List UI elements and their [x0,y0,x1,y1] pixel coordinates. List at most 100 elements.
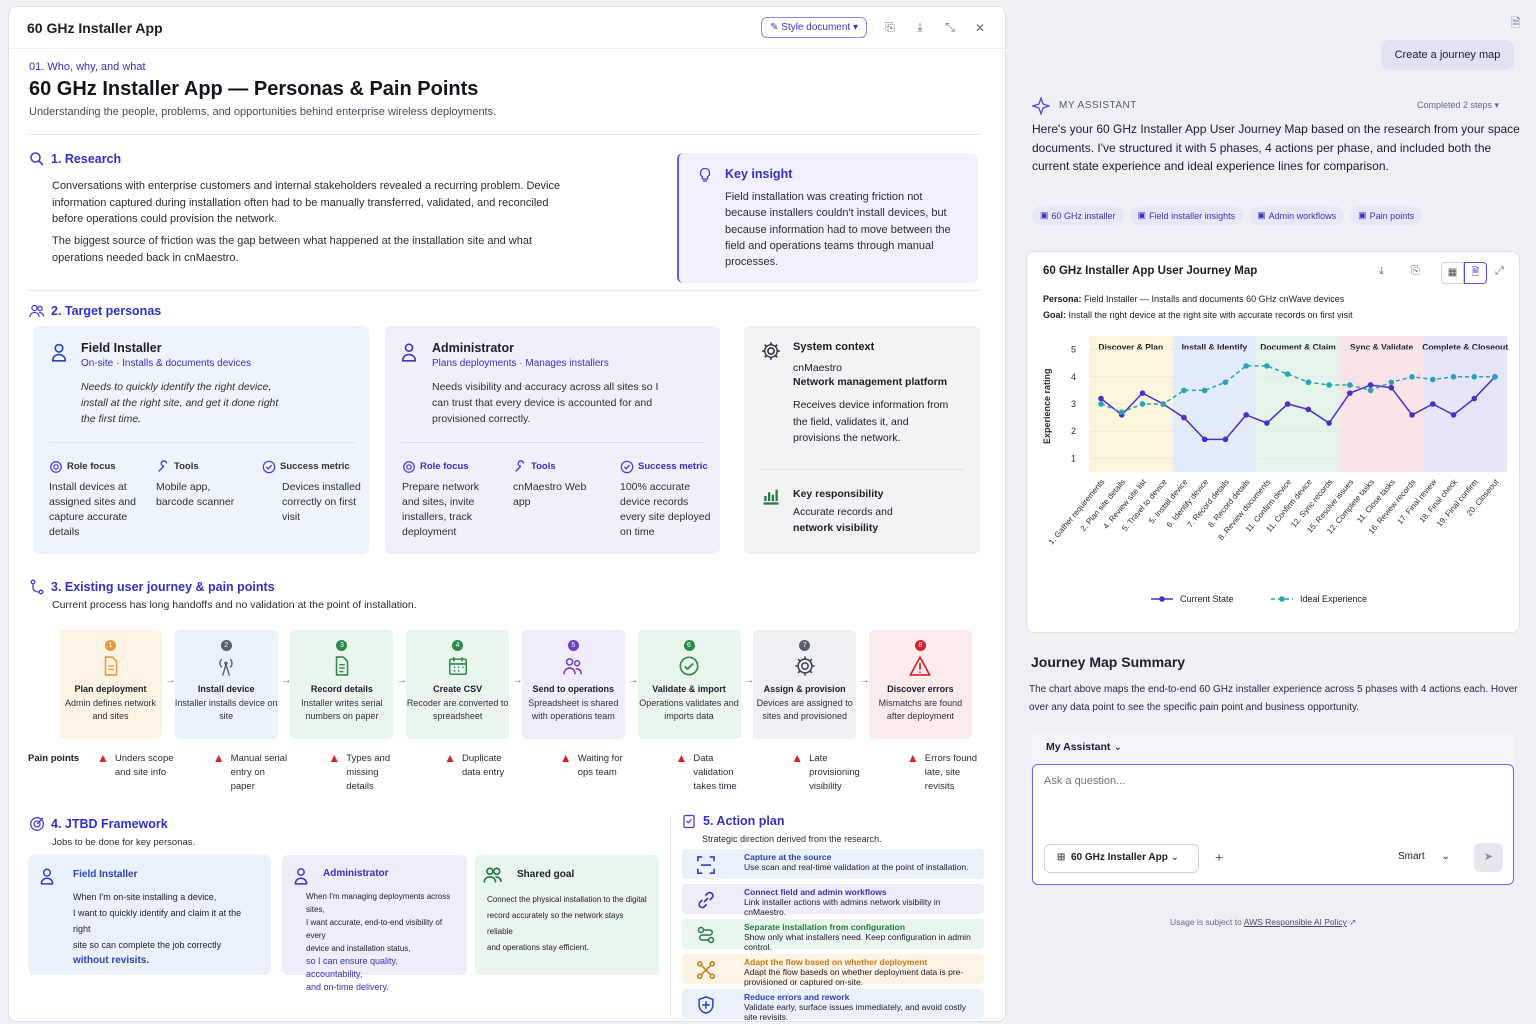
data-point[interactable] [1347,382,1353,388]
data-point[interactable] [1222,436,1229,443]
collapse-icon[interactable]: ⤡ [943,20,957,35]
data-point[interactable] [1243,412,1249,418]
mode-selector[interactable]: Smart ⌄ [1398,851,1450,862]
role-focus-value: Install devices at assigned sites and ca… [49,481,136,538]
document-icon[interactable]: 🗎 [1511,14,1521,35]
source-chip-label: Pain points [1369,210,1415,221]
data-point[interactable] [1201,387,1208,394]
journey-map-chart-card: 60 GHz Installer App User Journey Map ⤓ … [1026,251,1520,633]
tools-label: Tools [174,461,199,472]
data-point[interactable] [1160,401,1167,407]
journey-chart: Discover & Plan Install & Identify Documen… [1042,336,1508,604]
download-icon[interactable]: ⤓ [1379,265,1384,278]
data-point[interactable] [1139,401,1146,407]
doc-icon [100,655,122,677]
data-point[interactable] [1409,412,1415,418]
data-point[interactable] [1471,374,1478,380]
image-view-toggle[interactable]: ▦ [1441,262,1464,284]
admin-role-focus: Role focus Prepare network and sites, inv… [402,459,498,540]
send-button[interactable]: ➤ [1474,843,1503,872]
journey-step: 2 Install device Installer installs device… [174,630,278,739]
jtbd-heading-label: 4. JTBD Framework [51,817,168,831]
data-point[interactable] [1222,379,1229,386]
create-journey-map-button[interactable]: Create a journey map [1381,40,1514,70]
journey-step: 5 Send to operations Spreadsheet is shared… [521,630,625,739]
pain-point-text: Waiting for ops team [577,753,623,778]
data-point[interactable] [1326,382,1332,388]
data-point[interactable] [1388,379,1395,386]
users-icon [483,865,503,885]
data-point[interactable] [1181,387,1187,394]
source-chip[interactable]: ▣ Field installer insights [1129,206,1244,225]
jtbd-admin-line-4: so I can ensure quality, accountability, [306,956,398,979]
data-point[interactable] [1118,409,1125,415]
question-input[interactable] [1044,775,1499,815]
action-item-description: Validate early, surface issues immediate… [744,1002,967,1022]
action-item: Separate installation from configuration… [682,919,984,952]
step-title: Plan deployment [74,684,147,694]
data-point[interactable] [1450,374,1457,380]
assistant-selector[interactable]: My Assistant ⌄ [1032,733,1514,765]
context-selector[interactable]: ⊞ 60 GHz Installer App ⌄ [1044,844,1199,873]
data-point[interactable] [1243,363,1249,369]
step-description: Recoder are converted to spreadsheet [406,698,509,721]
data-point[interactable] [1326,420,1332,426]
data-point[interactable] [1264,420,1270,426]
data-point[interactable] [1139,390,1146,396]
jtbd-shared-line-1: Connect the physical installation to the… [487,895,647,904]
data-point[interactable] [1098,401,1104,407]
data-point[interactable] [1450,412,1457,418]
data-point[interactable] [1347,390,1353,396]
jtbd-field-line-1: When I'm on-site installing a device, [73,892,217,902]
step-number: 3 [336,640,348,651]
data-point[interactable] [1471,395,1478,402]
policy-link[interactable]: AWS Responsible AI Policy [1244,917,1347,927]
download-icon[interactable]: ⤓ [913,20,927,35]
research-heading: 1. Research [29,151,121,167]
key-responsibility-line-2: network visibility [793,522,879,534]
source-chip[interactable]: ▣ Pain points [1350,206,1423,225]
data-point[interactable] [1201,436,1208,443]
data-point[interactable] [1098,395,1104,402]
data-point[interactable] [1264,363,1270,369]
document-view-toggle[interactable]: 🗎 [1464,262,1487,284]
source-chip[interactable]: ▣ 60 GHz installer [1032,206,1124,225]
share-icon[interactable]: ⎘ [883,20,897,35]
chart-persona-label: Persona: [1043,294,1082,304]
legend-label: Current State [1180,594,1234,604]
jtbd-shared-line-3: and operations stay efficient. [487,943,589,952]
step-number: 2 [220,640,232,651]
data-point[interactable] [1429,376,1436,383]
data-point[interactable] [1492,374,1498,380]
field-role-focus: Role focus Install devices at assigned si… [49,459,139,540]
data-point[interactable] [1305,379,1312,386]
journey-subtitle: Current process has long handoffs and no… [52,599,417,611]
persona-name: Field Installer [81,341,162,355]
data-point[interactable] [1284,401,1291,407]
step-title: Install device [197,684,255,694]
link-icon[interactable]: ⎘ [1411,265,1420,278]
success-metric-label: Success metric [280,461,350,472]
source-chip-label: Admin workflows [1268,210,1337,221]
installer-icon [49,342,69,362]
completed-steps[interactable]: Completed 2 steps ▾ [1417,100,1499,111]
gear-icon [794,655,816,677]
data-point[interactable] [1388,384,1395,391]
style-document-button[interactable]: ✎ Style document ▾ [761,17,867,38]
close-icon[interactable]: ✕ [973,21,987,35]
data-point[interactable] [1181,414,1187,421]
data-point[interactable] [1284,371,1291,377]
data-point[interactable] [1367,382,1374,388]
flow-icon [696,960,716,980]
add-icon[interactable]: + [1215,849,1223,865]
expand-icon[interactable]: ⤢ [1495,265,1504,278]
style-document-label: Style document [781,22,851,33]
step-number: 5 [567,640,579,651]
data-point[interactable] [1367,387,1374,394]
step-number: 4 [452,640,464,651]
data-point[interactable] [1305,406,1312,413]
source-chip[interactable]: ▣ Admin workflows [1249,206,1345,225]
research-paragraph-2: The biggest source of friction was the g… [52,235,533,264]
data-point[interactable] [1429,401,1436,407]
data-point[interactable] [1409,374,1415,380]
